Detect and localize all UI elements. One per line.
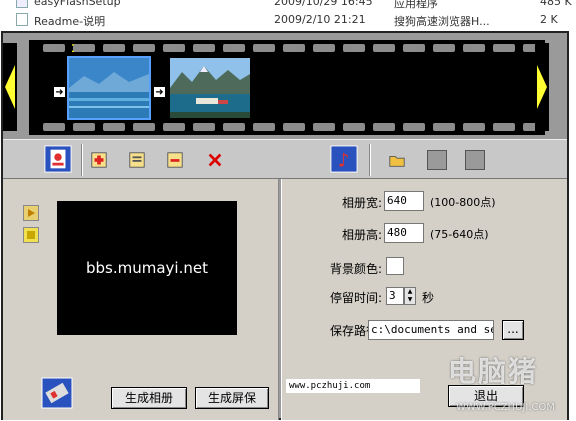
width-hint: (100-800点) (430, 196, 496, 209)
sprocket-hole (223, 123, 245, 131)
move-image-icon[interactable] (165, 150, 185, 170)
sprocket-hole (283, 123, 305, 131)
sprocket-hole (43, 44, 65, 52)
scroll-left-arrow-icon[interactable] (3, 43, 17, 131)
stay-time-field[interactable]: 3 (386, 287, 404, 305)
sprocket-hole (193, 44, 215, 52)
sprocket-hole (463, 123, 485, 131)
save-path-field[interactable]: c:\documents and sett (368, 320, 494, 340)
sprocket-hole (103, 44, 125, 52)
preview-text: bbs.mumayi.net (86, 259, 208, 277)
sprocket-hole (103, 123, 125, 131)
sprocket-hole (373, 44, 395, 52)
sprocket-hole (133, 123, 155, 131)
blank-icon[interactable] (465, 150, 485, 170)
file-name: Readme-说明 (34, 15, 106, 28)
height-field[interactable]: 480 (384, 223, 424, 243)
width-field[interactable]: 640 (384, 191, 424, 211)
toolbar: ♪ (3, 139, 567, 179)
film-frame-2[interactable] (170, 58, 250, 118)
sprocket-hole (253, 44, 275, 52)
watermark-text: 电脑猪 (448, 355, 539, 388)
sprocket-hole (193, 123, 215, 131)
stay-label: 停留时间: (329, 291, 382, 305)
film-frame-1[interactable] (67, 56, 151, 120)
explorer-row[interactable]: Readme-说明 2009/2/10 21:21 搜狗高速浏览器H... 2 … (0, 12, 576, 29)
stay-time-spinner[interactable]: ▲ ▼ (404, 287, 416, 305)
sprocket-hole (163, 123, 185, 131)
setup-file-icon (16, 0, 28, 8)
file-type: 应用程序 (394, 0, 438, 10)
sprocket-hole (433, 44, 455, 52)
preview-panel: bbs.mumayi.net 生成相册 生成屏保 (3, 179, 279, 420)
sprocket-hole (283, 44, 305, 52)
insert-image-icon[interactable] (127, 150, 147, 170)
sprocket-hole (433, 123, 455, 131)
generate-album-button[interactable]: 生成相册 (111, 387, 187, 409)
sprocket-hole (313, 123, 335, 131)
bgcolor-label: 背景颜色: (329, 262, 382, 276)
svg-text:♪: ♪ (337, 150, 349, 171)
frame-arrow-icon: ➜ (53, 86, 66, 98)
sprocket-hole (253, 123, 275, 131)
sprocket-hole (403, 123, 425, 131)
sprocket-hole (343, 44, 365, 52)
generate-screensaver-button[interactable]: 生成屏保 (195, 387, 269, 409)
sprocket-hole (343, 123, 365, 131)
sprocket-hole (463, 44, 485, 52)
width-label: 相册宽: (341, 196, 382, 210)
add-image-icon[interactable] (89, 150, 109, 170)
film-logo-icon (41, 377, 73, 409)
watermark: 电脑猪 WWW.PCZHUJI.COM (448, 350, 574, 420)
document-file-icon (16, 13, 28, 26)
stop-icon[interactable] (23, 227, 39, 243)
sprocket-hole (493, 44, 515, 52)
frame-arrow-icon: ➜ (153, 86, 166, 98)
stay-unit: 秒 (422, 291, 435, 305)
height-hint: (75-640点) (430, 228, 489, 241)
album-logo-icon[interactable] (43, 144, 73, 174)
url-label: www.pczhuji.com (286, 379, 420, 393)
sprocket-hole (133, 44, 155, 52)
sprocket-hole (163, 44, 185, 52)
music-icon[interactable]: ♪ (329, 144, 359, 174)
sprocket-hole (223, 44, 245, 52)
explorer-row[interactable]: easyFlashSetup 2009/10/29 16:45 应用程序 485… (0, 0, 576, 11)
watermark-subtext: WWW.PCZHUJI.COM (456, 402, 555, 413)
sprocket-hole (43, 123, 65, 131)
file-size: 485 K (540, 0, 572, 8)
sprocket-hole (73, 123, 95, 131)
file-date: 2009/2/10 21:21 (274, 13, 366, 26)
preview-area: bbs.mumayi.net (57, 201, 237, 335)
file-date: 2009/10/29 16:45 (274, 0, 373, 8)
sprocket-hole (313, 44, 335, 52)
browse-button[interactable]: ... (502, 320, 524, 340)
scroll-right-arrow-icon[interactable] (535, 43, 549, 131)
file-name: easyFlashSetup (34, 0, 121, 8)
delete-icon[interactable] (205, 150, 225, 170)
open-folder-icon[interactable] (387, 150, 407, 170)
sprocket-hole (493, 123, 515, 131)
file-type: 搜狗高速浏览器H... (394, 15, 490, 28)
file-size: 2 K (540, 13, 558, 26)
lake-photo (69, 58, 149, 118)
height-label: 相册高: (341, 228, 382, 242)
play-icon[interactable] (23, 205, 39, 221)
sprocket-hole (403, 44, 425, 52)
blank-icon[interactable] (427, 150, 447, 170)
sprocket-hole (73, 44, 95, 52)
sprocket-hole (373, 123, 395, 131)
bgcolor-swatch[interactable] (386, 257, 404, 275)
film-strip: 1 2 ➜ ➜ (29, 40, 545, 135)
mountain-photo (170, 58, 250, 118)
